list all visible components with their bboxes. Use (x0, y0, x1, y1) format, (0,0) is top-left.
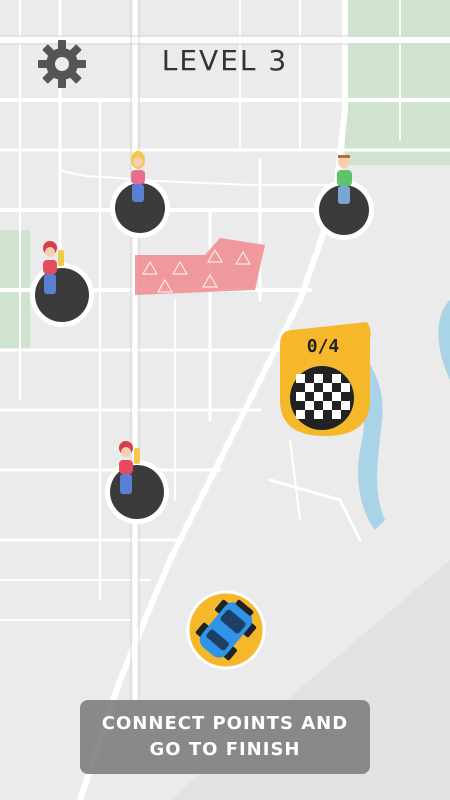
passenger-man-green (337, 155, 352, 204)
pickup-point[interactable] (30, 241, 94, 327)
instruction-banner: CONNECT POINTS AND GO TO FINISH (80, 700, 370, 774)
pickup-point[interactable] (105, 441, 169, 524)
settings-button[interactable] (38, 40, 86, 88)
player-car[interactable] (186, 590, 266, 670)
instruction-line-2: GO TO FINISH (149, 739, 301, 760)
park-area (345, 0, 450, 165)
instruction-line-1: CONNECT POINTS AND (101, 713, 349, 734)
finish-progress-counter: 0/4 (306, 336, 340, 357)
gear-icon (38, 40, 86, 88)
pickup-point[interactable] (110, 151, 170, 238)
pickup-point[interactable] (314, 155, 374, 240)
water-area (438, 300, 450, 380)
danger-zone (135, 238, 265, 295)
level-title: LEVEL 3 (161, 44, 289, 77)
city-map[interactable] (0, 0, 450, 800)
passenger-girl-blonde (131, 151, 145, 202)
